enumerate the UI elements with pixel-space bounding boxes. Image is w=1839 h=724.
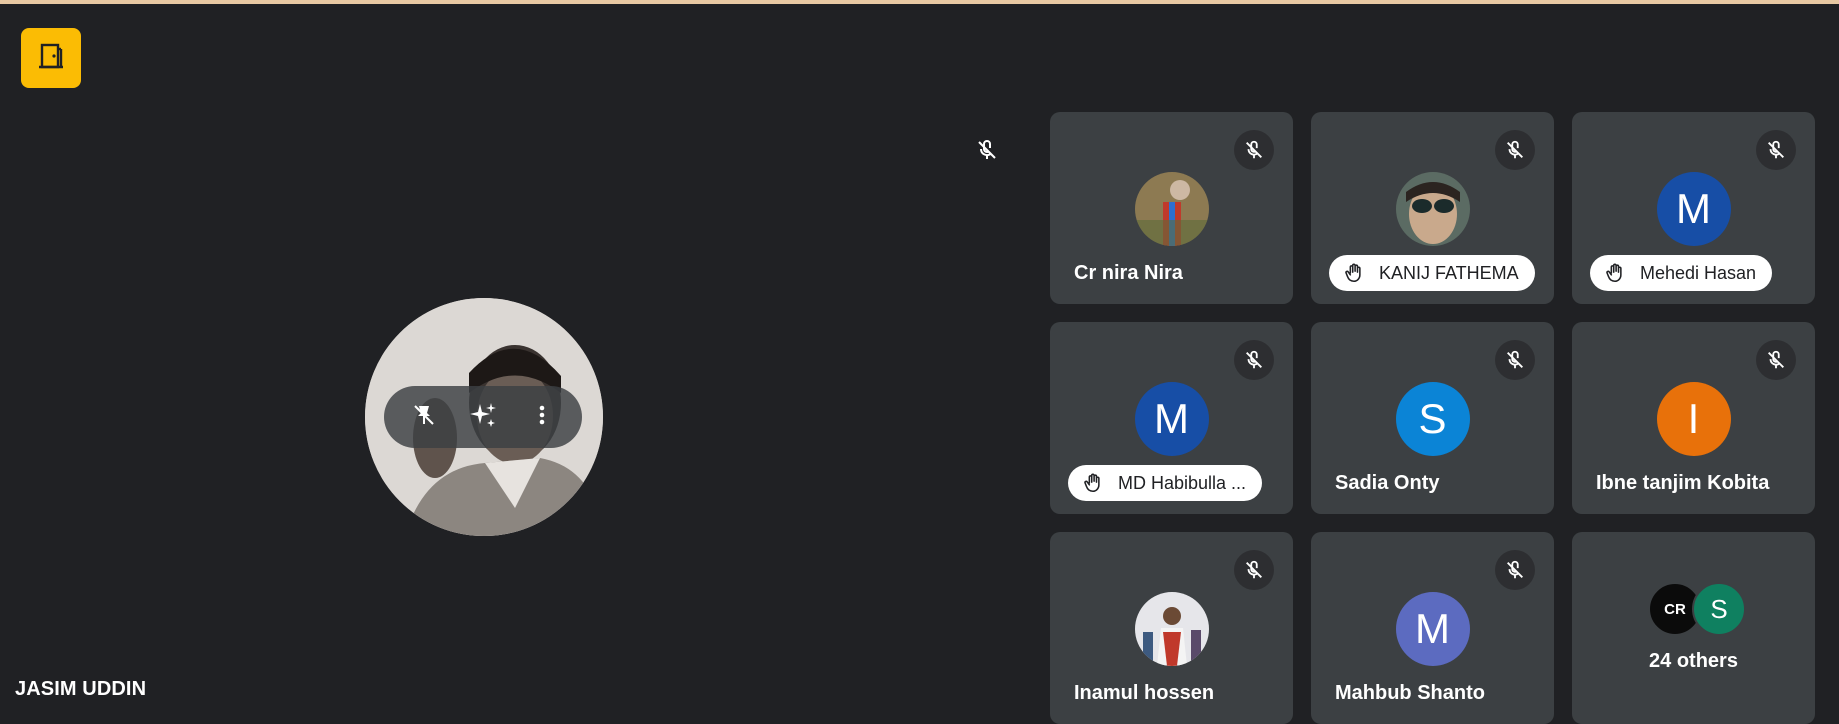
participant-photo-avatar (1395, 172, 1470, 246)
participant-tile[interactable]: S Sadia Onty (1311, 322, 1554, 514)
participant-photo-avatar (1134, 172, 1209, 246)
main-mic-off-icon (967, 130, 1007, 170)
participant-tile[interactable]: Cr nira Nira (1050, 112, 1293, 304)
participant-name: Sadia Onty (1335, 472, 1440, 494)
participant-initial-avatar: M (1395, 592, 1470, 666)
mic-off-icon (1495, 550, 1535, 590)
participant-name: KANIJ FATHEMA (1379, 262, 1519, 283)
self-view-controls (384, 386, 582, 448)
sparkle-icon (468, 400, 498, 435)
others-avatar-stack: CR S (1648, 582, 1748, 636)
mic-off-icon (1756, 340, 1796, 380)
raised-hand-badge: MD Habibulla ... (1068, 465, 1263, 501)
mic-off-icon (1756, 130, 1796, 170)
raised-hand-badge: Mehedi Hasan (1590, 255, 1773, 291)
others-tile[interactable]: CR S 24 others (1572, 532, 1815, 724)
participant-name: Ibne tanjim Kobita (1596, 472, 1770, 494)
main-participant-name: JASIM UDDIN (15, 678, 147, 700)
raised-hand-icon (1602, 260, 1628, 286)
participant-tile[interactable]: M MD Habibulla ... (1050, 322, 1293, 514)
participant-initial-avatar: M (1134, 382, 1209, 456)
pin-off-button[interactable] (404, 397, 444, 437)
participant-tile[interactable]: M Mahbub Shanto (1311, 532, 1554, 724)
others-avatar: S (1692, 582, 1746, 636)
pin-off-icon (411, 402, 437, 433)
mic-off-icon (1234, 130, 1274, 170)
participant-name: MD Habibulla ... (1118, 472, 1247, 493)
more-options-button[interactable] (522, 397, 562, 437)
mic-off-icon (1234, 340, 1274, 380)
participant-name: Mahbub Shanto (1335, 682, 1485, 704)
others-count-label: 24 others (1649, 650, 1738, 672)
mic-off-icon (1234, 550, 1274, 590)
participant-initial-avatar: M (1656, 172, 1731, 246)
raised-hand-icon (1080, 470, 1106, 496)
participant-tile[interactable]: I Ibne tanjim Kobita (1572, 322, 1815, 514)
participant-tile[interactable]: KANIJ FATHEMA (1311, 112, 1554, 304)
participant-tile[interactable]: Inamul hossen (1050, 532, 1293, 724)
mic-off-icon (1495, 130, 1535, 170)
leave-room-button[interactable] (21, 28, 81, 88)
participant-name: Cr nira Nira (1074, 262, 1183, 284)
participant-name: Mehedi Hasan (1640, 262, 1757, 283)
participant-name: Inamul hossen (1074, 682, 1215, 704)
participant-tile[interactable]: M Mehedi Hasan (1572, 112, 1815, 304)
participant-initial-avatar: S (1395, 382, 1470, 456)
top-border (0, 0, 1839, 4)
participant-photo-avatar (1134, 592, 1209, 666)
raised-hand-icon (1341, 260, 1367, 286)
participant-initial-avatar: I (1656, 382, 1731, 456)
visual-effects-button[interactable] (463, 397, 503, 437)
raised-hand-badge: KANIJ FATHEMA (1329, 255, 1535, 291)
more-vert-icon (530, 403, 554, 432)
mic-off-icon (1495, 340, 1535, 380)
door-icon (36, 41, 66, 76)
